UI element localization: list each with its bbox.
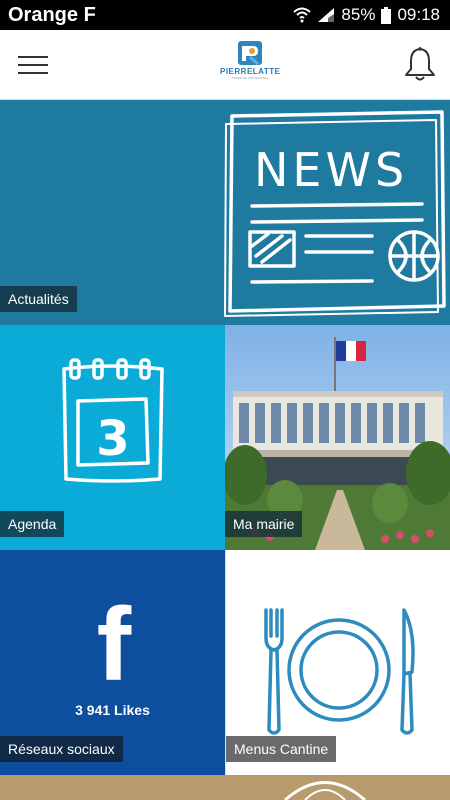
hamburger-icon bbox=[18, 56, 52, 74]
bell-icon bbox=[405, 47, 435, 81]
facebook-icon: f bbox=[97, 596, 132, 686]
facebook-likes-count: 3 941 Likes bbox=[75, 702, 150, 718]
status-bar: Orange F 85% 09:18 bbox=[0, 0, 450, 30]
signal-icon bbox=[318, 8, 335, 22]
tile-label-reseaux-sociaux: Réseaux sociaux bbox=[0, 736, 123, 762]
facebook-letter: f bbox=[97, 596, 132, 686]
notifications-button[interactable] bbox=[403, 46, 437, 82]
tile-agenda[interactable]: 3 Agenda bbox=[0, 325, 225, 550]
tile-menus-cantine[interactable]: Menus Cantine bbox=[225, 550, 450, 775]
wifi-icon bbox=[293, 7, 312, 23]
tile-bottom-partial[interactable] bbox=[0, 775, 450, 800]
news-art-text: NEWS bbox=[254, 143, 408, 197]
logo-tagline: TERRE DE CONTRASTES bbox=[231, 76, 269, 80]
carrier-name: Orange F bbox=[8, 4, 96, 26]
menu-button[interactable] bbox=[18, 50, 52, 80]
tile-actualites[interactable]: NEWS Actualités bbox=[0, 100, 450, 325]
plate-cutlery-icon bbox=[264, 608, 415, 735]
app-header: PIERRELATTE TERRE DE CONTRASTES bbox=[0, 30, 450, 100]
tile-label-actualites: Actualités bbox=[0, 286, 77, 312]
tile-ma-mairie[interactable]: Ma mairie bbox=[225, 325, 450, 550]
battery-percent: 85% bbox=[341, 5, 376, 24]
partial-tile-icon bbox=[284, 781, 366, 800]
calendar-icon: 3 bbox=[62, 358, 164, 483]
tile-label-agenda: Agenda bbox=[0, 511, 65, 537]
logo-text: PIERRELATTE bbox=[220, 67, 281, 76]
tile-label-ma-mairie: Ma mairie bbox=[225, 511, 303, 537]
clock: 09:18 bbox=[397, 5, 440, 24]
tile-label-menus-cantine: Menus Cantine bbox=[226, 736, 337, 762]
calendar-number: 3 bbox=[96, 411, 129, 467]
battery-icon bbox=[381, 6, 392, 24]
tile-reseaux-sociaux[interactable]: f 3 941 Likes Réseaux sociaux bbox=[0, 550, 225, 775]
app-logo: PIERRELATTE TERRE DE CONTRASTES bbox=[220, 40, 280, 95]
logo-emblem-icon bbox=[238, 41, 262, 66]
newspaper-icon: NEWS bbox=[224, 110, 446, 317]
status-icons: 85% 09:18 bbox=[293, 5, 440, 25]
